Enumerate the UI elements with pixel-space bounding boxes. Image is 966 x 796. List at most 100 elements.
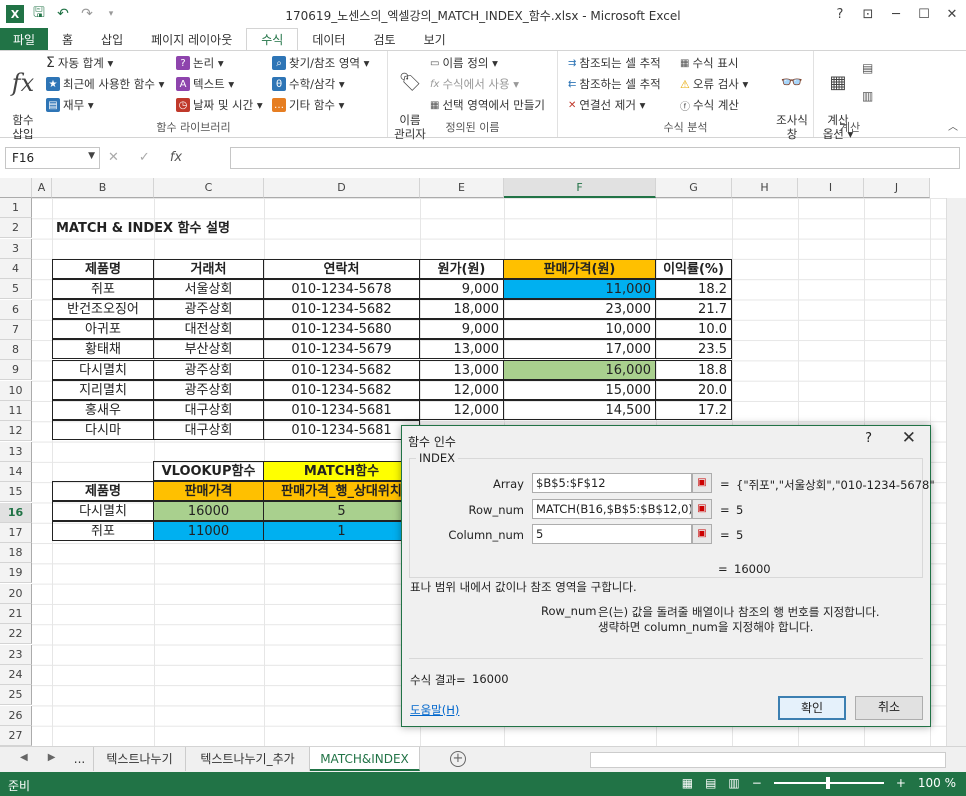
trace-precedents-button[interactable]: ⇉ 참조되는 셀 추적 xyxy=(568,55,661,71)
define-name-button[interactable]: ▭ 이름 정의 ▾ xyxy=(430,55,498,71)
collapse-dialog-icon[interactable]: ▣ xyxy=(692,499,712,519)
table-cell[interactable]: 11,000 xyxy=(503,279,656,299)
lookup-header-cell[interactable]: 판매가격 xyxy=(153,481,264,501)
row-header[interactable]: 16 xyxy=(0,502,32,523)
row-header[interactable]: 18 xyxy=(0,543,32,564)
match-header[interactable]: MATCH함수 xyxy=(263,461,420,481)
calculate-now-icon[interactable]: ▤ xyxy=(862,61,873,75)
row-header[interactable]: 5 xyxy=(0,279,32,300)
chevron-down-icon[interactable]: ▼ xyxy=(88,151,95,161)
table-header-cell[interactable]: 제품명 xyxy=(52,259,154,279)
formula-input[interactable] xyxy=(230,147,960,169)
vertical-scrollbar[interactable] xyxy=(946,198,966,746)
trace-dependents-button[interactable]: ⇇ 참조하는 셀 추적 xyxy=(568,76,661,92)
help-button[interactable]: ? xyxy=(826,0,854,28)
row-header[interactable]: 22 xyxy=(0,624,32,645)
row-header[interactable]: 20 xyxy=(0,583,32,604)
column-num-input[interactable]: 5 xyxy=(532,524,692,544)
tab-formulas[interactable]: 수식 xyxy=(246,28,299,50)
tab-view[interactable]: 보기 xyxy=(410,28,460,50)
insert-function-icon[interactable]: fx xyxy=(170,150,182,165)
table-cell[interactable]: 17,000 xyxy=(503,339,656,359)
table-cell[interactable]: 20.0 xyxy=(655,380,732,400)
math-trig-button[interactable]: θ 수학/삼각 ▾ xyxy=(272,76,345,92)
column-header[interactable]: H xyxy=(732,178,798,198)
table-cell[interactable]: 12,000 xyxy=(419,400,504,420)
column-header[interactable]: G xyxy=(656,178,732,198)
customize-quick-access-icon[interactable]: ▾ xyxy=(102,5,120,23)
table-cell[interactable]: 010-1234-5682 xyxy=(263,380,420,400)
zoom-in-icon[interactable]: + xyxy=(896,776,906,790)
tab-file[interactable]: 파일 xyxy=(0,28,48,50)
select-all-corner[interactable] xyxy=(0,178,32,198)
array-input[interactable]: $B$5:$F$12 xyxy=(532,473,692,493)
tab-page-layout[interactable]: 페이지 레이아웃 xyxy=(137,28,246,50)
scroll-right-icon[interactable]: ▶ xyxy=(48,752,56,763)
row-header[interactable]: 10 xyxy=(0,380,32,401)
page-break-view-icon[interactable]: ▥ xyxy=(728,776,739,790)
table-cell[interactable]: 광주상회 xyxy=(153,380,264,400)
table-cell[interactable]: 1 xyxy=(263,521,420,541)
table-cell[interactable]: 13,000 xyxy=(419,339,504,359)
redo-icon[interactable]: ↷ xyxy=(78,5,96,23)
table-cell[interactable]: 18.2 xyxy=(655,279,732,299)
dialog-close-button[interactable]: ✕ xyxy=(902,428,916,448)
row-header[interactable]: 12 xyxy=(0,421,32,442)
normal-view-icon[interactable]: ▦ xyxy=(682,776,693,790)
table-cell[interactable]: 광주상회 xyxy=(153,299,264,319)
row-header[interactable]: 25 xyxy=(0,685,32,706)
sheet-tab[interactable]: 텍스트나누기 xyxy=(94,747,186,771)
maximize-button[interactable]: ☐ xyxy=(910,0,938,28)
autosum-button[interactable]: Σ 자동 합계 ▾ xyxy=(46,55,113,71)
row-header[interactable]: 15 xyxy=(0,482,32,503)
table-cell[interactable]: 부산상회 xyxy=(153,339,264,359)
more-sheets-button[interactable]: ... xyxy=(66,747,94,771)
row-header[interactable]: 7 xyxy=(0,319,32,340)
collapse-dialog-icon[interactable]: ▣ xyxy=(692,524,712,544)
column-header[interactable]: I xyxy=(798,178,864,198)
table-cell[interactable]: 23,000 xyxy=(503,299,656,319)
column-header[interactable]: D xyxy=(264,178,420,198)
table-cell[interactable]: 10,000 xyxy=(503,319,656,339)
evaluate-formula-button[interactable]: ⓕ 수식 계산 xyxy=(680,97,739,113)
vlookup-header[interactable]: VLOOKUP함수 xyxy=(153,461,264,481)
sheet-tab-active[interactable]: MATCH&INDEX xyxy=(310,747,420,771)
row-header[interactable]: 26 xyxy=(0,705,32,726)
table-cell[interactable]: 대전상회 xyxy=(153,319,264,339)
table-cell[interactable]: 14,500 xyxy=(503,400,656,420)
row-header[interactable]: 6 xyxy=(0,299,32,320)
column-header[interactable]: F xyxy=(504,178,656,198)
table-cell[interactable]: 홍새우 xyxy=(52,400,154,420)
table-cell[interactable]: 010-1234-5682 xyxy=(263,360,420,380)
table-header-cell[interactable]: 판매가격(원) xyxy=(503,259,656,279)
table-cell[interactable]: 대구상회 xyxy=(153,420,264,440)
zoom-out-icon[interactable]: − xyxy=(752,776,762,790)
calculate-sheet-icon[interactable]: ▥ xyxy=(862,89,873,103)
table-header-cell[interactable]: 연락처 xyxy=(263,259,420,279)
zoom-level[interactable]: 100 % xyxy=(918,776,956,790)
table-cell[interactable]: 12,000 xyxy=(419,380,504,400)
table-cell[interactable]: 010-1234-5679 xyxy=(263,339,420,359)
row-header[interactable]: 8 xyxy=(0,340,32,361)
table-cell[interactable]: 다시마 xyxy=(52,420,154,440)
column-header[interactable]: J xyxy=(864,178,930,198)
table-cell[interactable]: 18.8 xyxy=(655,360,732,380)
row-header[interactable]: 24 xyxy=(0,664,32,685)
table-cell[interactable]: 9,000 xyxy=(419,319,504,339)
close-button[interactable]: ✕ xyxy=(938,0,966,28)
table-cell[interactable]: 쥐포 xyxy=(52,521,154,541)
table-cell[interactable]: 5 xyxy=(263,501,420,521)
name-box[interactable]: F16 ▼ xyxy=(5,147,100,169)
table-cell[interactable]: 11000 xyxy=(153,521,264,541)
lookup-reference-button[interactable]: ⌕ 찾기/참조 영역 ▾ xyxy=(272,55,369,71)
table-cell[interactable]: 서울상회 xyxy=(153,279,264,299)
add-sheet-button[interactable]: + xyxy=(450,751,466,767)
table-cell[interactable]: 010-1234-5678 xyxy=(263,279,420,299)
table-cell[interactable]: 반건조오징어 xyxy=(52,299,154,319)
table-cell[interactable]: 010-1234-5681 xyxy=(263,400,420,420)
dialog-help-button[interactable]: ? xyxy=(865,431,872,446)
tab-review[interactable]: 검토 xyxy=(359,28,409,50)
table-cell[interactable]: 다시멸치 xyxy=(52,501,154,521)
column-header[interactable]: C xyxy=(154,178,264,198)
table-cell[interactable]: 010-1234-5682 xyxy=(263,299,420,319)
